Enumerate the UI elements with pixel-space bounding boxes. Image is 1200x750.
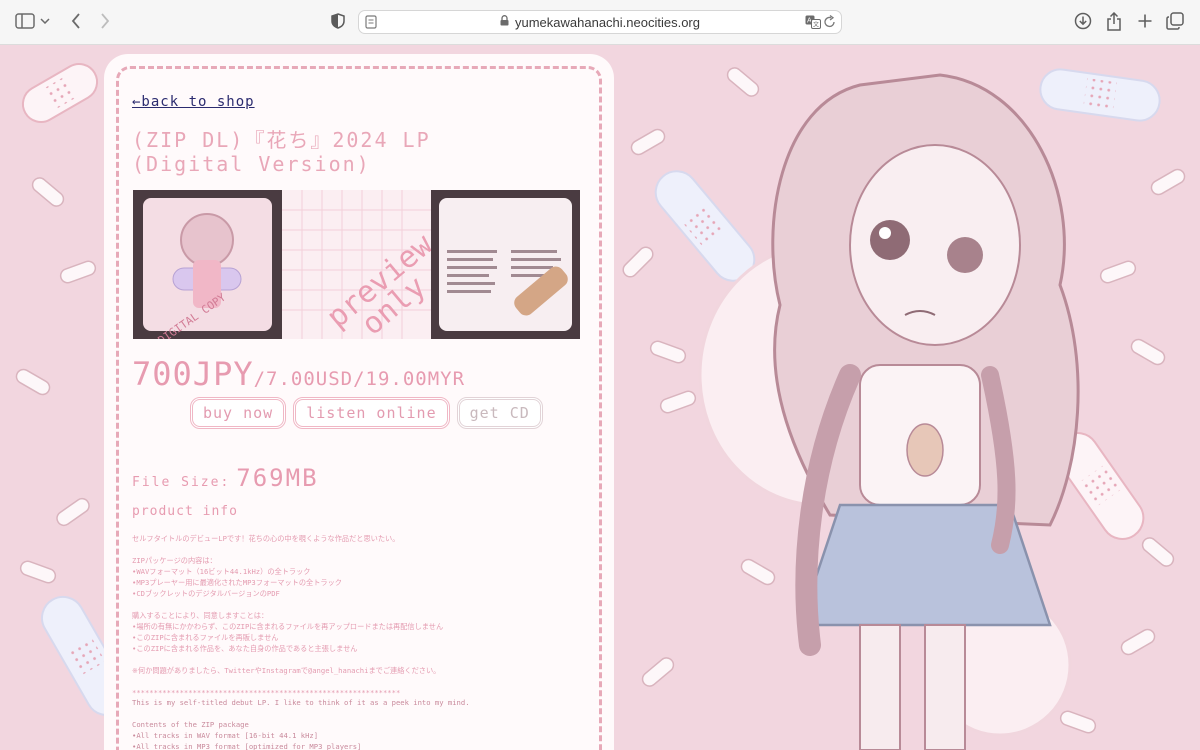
bandage-icon	[1039, 68, 1161, 122]
bandage-icon	[21, 63, 99, 123]
tracklist-image[interactable]	[431, 190, 580, 339]
description-japanese: セルフタイトルのデビューLPです！花ちの心の中を覗くような作品だと思いたい。 Z…	[132, 534, 444, 697]
price: 700JPY/7.00USD/19.00MYR	[132, 355, 465, 393]
browser-toolbar: yumekawahanachi.neocities.org A文	[0, 0, 1200, 45]
buy-now-button[interactable]: buy now	[190, 397, 287, 429]
shield-icon[interactable]	[327, 10, 349, 32]
product-title: (ZIP DL)『花ち』2024 LP (Digital Version)	[132, 128, 431, 176]
description-english: This is my self-titled debut LP. I like …	[132, 698, 470, 750]
price-jpy: 700JPY	[132, 355, 254, 393]
back-to-shop-link[interactable]: ←back to shop	[132, 94, 255, 110]
page-icon	[365, 15, 377, 34]
price-other-currencies: /7.00USD/19.00MYR	[253, 368, 466, 390]
back-arrow-icon[interactable]	[65, 10, 87, 32]
reload-icon[interactable]	[824, 14, 836, 34]
chevron-down-icon[interactable]	[38, 10, 52, 32]
get-cd-button[interactable]: get CD	[456, 397, 543, 429]
svg-text:文: 文	[813, 21, 819, 29]
file-size: File Size: 769MB	[132, 464, 319, 492]
product-images: DIGITAL COPY preview only	[133, 190, 582, 339]
sidebar-icon[interactable]	[14, 10, 36, 32]
download-icon[interactable]	[1072, 10, 1094, 32]
file-size-value: 769MB	[236, 464, 319, 492]
web-page: ←back to shop (ZIP DL)『花ち』2024 LP (Digit…	[0, 45, 1200, 750]
share-icon[interactable]	[1103, 10, 1125, 32]
preview-only-image[interactable]: preview only	[282, 190, 431, 339]
product-info-heading: product info	[132, 504, 238, 519]
bandage-icon	[654, 170, 756, 282]
address-bar[interactable]: yumekawahanachi.neocities.org A文	[358, 10, 842, 34]
cover-art-image[interactable]: DIGITAL COPY	[133, 190, 282, 339]
lock-icon	[500, 13, 509, 31]
file-size-label: File Size:	[132, 475, 231, 490]
action-buttons: buy now listen online get CD	[190, 397, 543, 429]
url-text: yumekawahanachi.neocities.org	[515, 14, 700, 30]
translate-icon[interactable]: A文	[805, 15, 821, 34]
new-tab-icon[interactable]	[1134, 10, 1156, 32]
tabs-overview-icon[interactable]	[1164, 10, 1186, 32]
forward-arrow-icon[interactable]	[94, 10, 116, 32]
listen-online-button[interactable]: listen online	[293, 397, 450, 429]
product-card: ←back to shop (ZIP DL)『花ち』2024 LP (Digit…	[110, 60, 608, 750]
